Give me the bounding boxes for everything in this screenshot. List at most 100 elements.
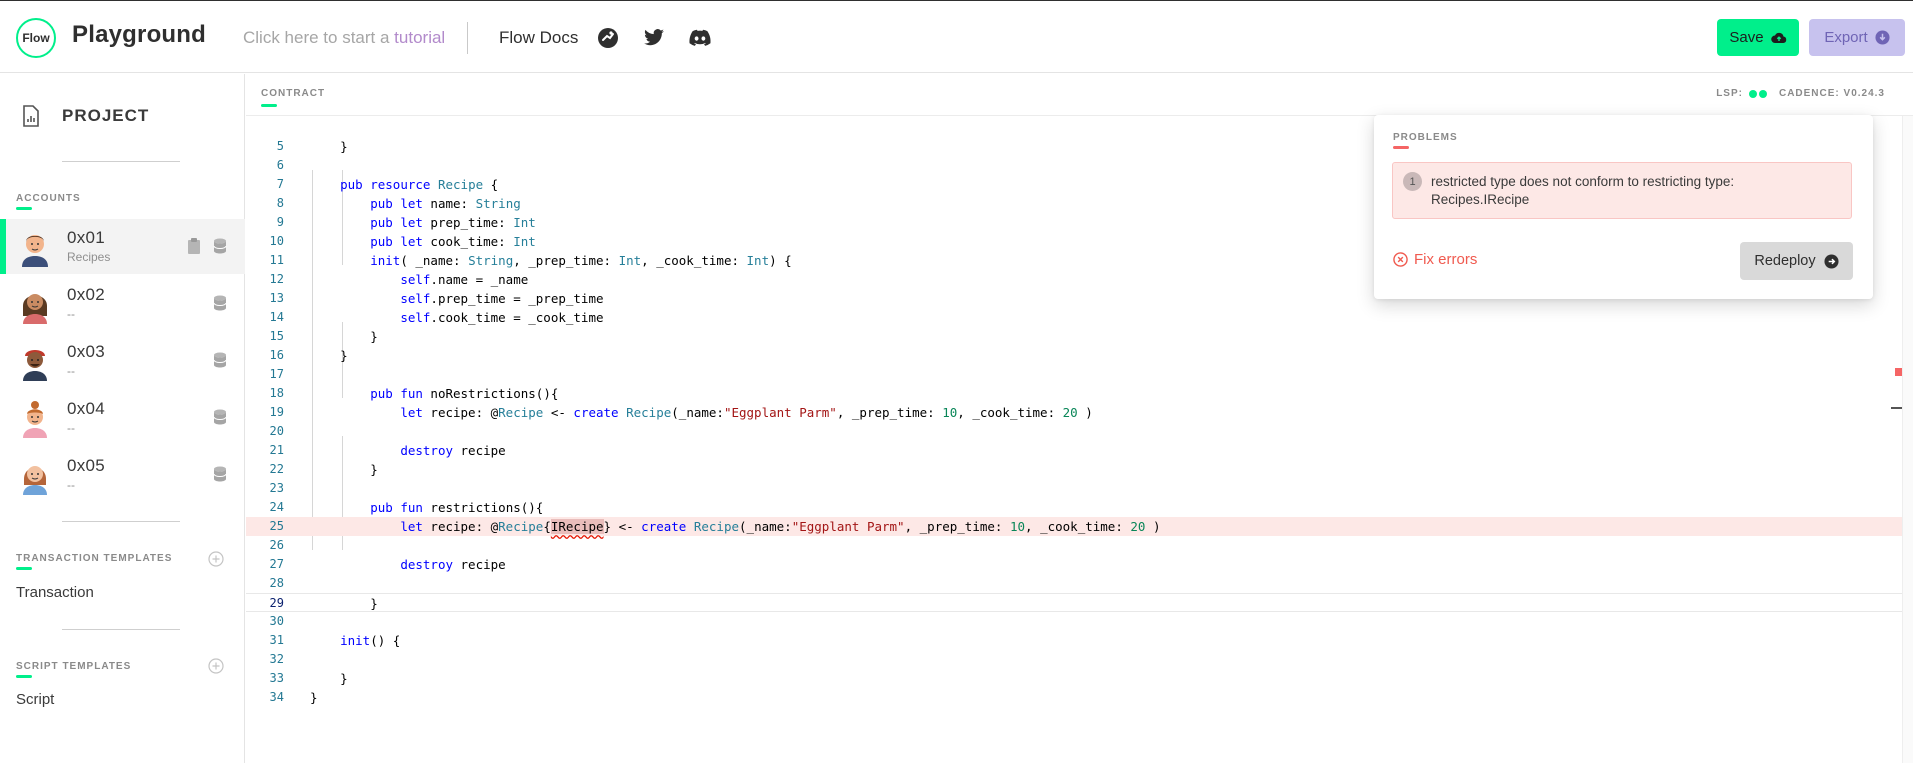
line-number: 8 (276, 196, 284, 210)
lsp-status-dot (1748, 89, 1757, 98)
line-number: 12 (269, 272, 284, 286)
arrow-circle-right-icon (1824, 253, 1839, 269)
clipboard-icon[interactable] (187, 238, 201, 254)
code-line[interactable]: 34} (246, 688, 1902, 707)
database-icon[interactable] (213, 409, 227, 425)
line-number: 5 (276, 139, 284, 153)
line-number: 22 (269, 462, 284, 476)
problem-item[interactable]: 1 restricted type does not conform to re… (1392, 162, 1852, 219)
script-template-item[interactable]: Script (16, 691, 54, 708)
tab-contract[interactable]: CONTRACT (261, 88, 325, 99)
code-text: pub let prep_time: Int (370, 215, 536, 230)
database-icon[interactable] (213, 352, 227, 368)
transaction-template-item[interactable]: Transaction (16, 584, 94, 601)
account-item-0x04[interactable]: 0x04 -- (0, 390, 245, 445)
export-button[interactable]: Export (1809, 19, 1905, 56)
line-number: 23 (269, 481, 284, 495)
code-line[interactable]: 14 self.cook_time = _cook_time (246, 308, 1902, 327)
cadence-version-label: CADENCE: V0.24.3 (1778, 88, 1885, 99)
code-line[interactable]: 16 } (246, 346, 1902, 365)
top-header: Flow Playground Click here to start a tu… (0, 0, 1913, 73)
code-line[interactable]: 33 } (246, 669, 1902, 688)
project-link[interactable]: PROJECT (22, 105, 149, 127)
account-item-0x03[interactable]: 0x03 -- (0, 333, 245, 388)
code-line[interactable]: 22 } (246, 460, 1902, 479)
code-text: } (310, 671, 348, 686)
line-number: 24 (269, 500, 284, 514)
account-subtitle: -- (67, 364, 75, 378)
code-line[interactable]: 23 (246, 479, 1902, 498)
line-number: 13 (269, 291, 284, 305)
database-icon[interactable] (213, 295, 227, 311)
line-number: 30 (269, 614, 284, 628)
line-number: 27 (269, 557, 284, 571)
line-number: 29 (269, 596, 284, 610)
problem-index-badge: 1 (1403, 172, 1422, 191)
database-icon[interactable] (213, 238, 227, 254)
code-text: } (310, 596, 378, 611)
project-label: PROJECT (62, 106, 150, 125)
code-line[interactable]: 32 (246, 650, 1902, 669)
database-icon[interactable] (213, 466, 227, 482)
fix-errors-button[interactable]: Fix errors (1393, 251, 1477, 268)
code-line[interactable]: 25 let recipe: @Recipe{IRecipe} <- creat… (246, 517, 1902, 536)
sidebar-divider (62, 629, 180, 630)
account-subtitle: -- (67, 478, 75, 492)
problem-message: restricted type does not conform to rest… (1431, 174, 1735, 207)
add-script-template-icon[interactable] (208, 658, 224, 674)
tutorial-link[interactable]: Click here to start a tutorial (243, 28, 445, 48)
code-line[interactable]: 20 (246, 422, 1902, 441)
code-line[interactable]: 24 pub fun restrictions(){ (246, 498, 1902, 517)
add-transaction-template-icon[interactable] (208, 551, 224, 567)
flow-docs-link[interactable]: Flow Docs (499, 28, 578, 48)
account-item-0x05[interactable]: 0x05 -- (0, 447, 245, 502)
account-subtitle: -- (67, 307, 75, 321)
code-line[interactable]: 30 (246, 612, 1902, 631)
code-line[interactable]: 29 } (246, 593, 1902, 612)
avatar (22, 235, 48, 267)
code-line[interactable]: 31 init() { (246, 631, 1902, 650)
account-item-0x01[interactable]: 0x01 Recipes (0, 219, 245, 274)
code-line[interactable]: 18 pub fun noRestrictions(){ (246, 384, 1902, 403)
code-text: init( _name: String, _prep_time: Int, _c… (370, 253, 792, 268)
code-text: pub fun noRestrictions(){ (370, 386, 559, 401)
code-line[interactable]: 26 (246, 536, 1902, 555)
code-text: self.cook_time = _cook_time (400, 310, 604, 325)
code-text: self.prep_time = _prep_time (400, 291, 604, 306)
avatar (23, 294, 47, 324)
discord-icon[interactable] (688, 26, 712, 50)
line-number: 32 (269, 652, 284, 666)
code-text: let recipe: @Recipe{IRecipe} <- create R… (400, 519, 1161, 534)
line-number: 26 (269, 538, 284, 552)
code-line[interactable]: 21 destroy recipe (246, 441, 1902, 460)
account-address: 0x01 (67, 228, 106, 247)
code-text: } (310, 462, 378, 477)
flow-runner-icon[interactable] (596, 26, 620, 50)
code-line[interactable]: 28 (246, 574, 1902, 593)
account-address: 0x02 (67, 285, 106, 304)
account-subtitle: -- (67, 421, 75, 435)
save-button[interactable]: Save (1717, 19, 1799, 56)
line-number: 20 (269, 424, 284, 438)
flow-logo[interactable]: Flow (16, 18, 56, 58)
transaction-templates-label: TRANSACTION TEMPLATES (16, 553, 173, 564)
lsp-status-dot (1758, 89, 1767, 98)
code-line[interactable]: 19 let recipe: @Recipe <- create Recipe(… (246, 403, 1902, 422)
code-line[interactable]: 27 destroy recipe (246, 555, 1902, 574)
line-number: 14 (269, 310, 284, 324)
code-text: } (310, 348, 348, 363)
editor-scrollbar[interactable] (1902, 116, 1913, 763)
status-readout: LSP: CADENCE: V0.24.3 (1716, 88, 1885, 99)
account-subtitle: Recipes (67, 250, 111, 264)
code-line[interactable]: 15 } (246, 327, 1902, 346)
line-number: 33 (269, 671, 284, 685)
redeploy-button[interactable]: Redeploy (1740, 242, 1853, 280)
twitter-icon[interactable] (642, 26, 666, 50)
accounts-section-label: ACCOUNTS (16, 193, 81, 204)
code-line[interactable]: 17 (246, 365, 1902, 384)
avatar (23, 401, 47, 438)
line-number: 31 (269, 633, 284, 647)
logo-text: Flow (22, 31, 50, 45)
sidebar-divider (62, 521, 180, 522)
account-item-0x02[interactable]: 0x02 -- (0, 276, 245, 331)
